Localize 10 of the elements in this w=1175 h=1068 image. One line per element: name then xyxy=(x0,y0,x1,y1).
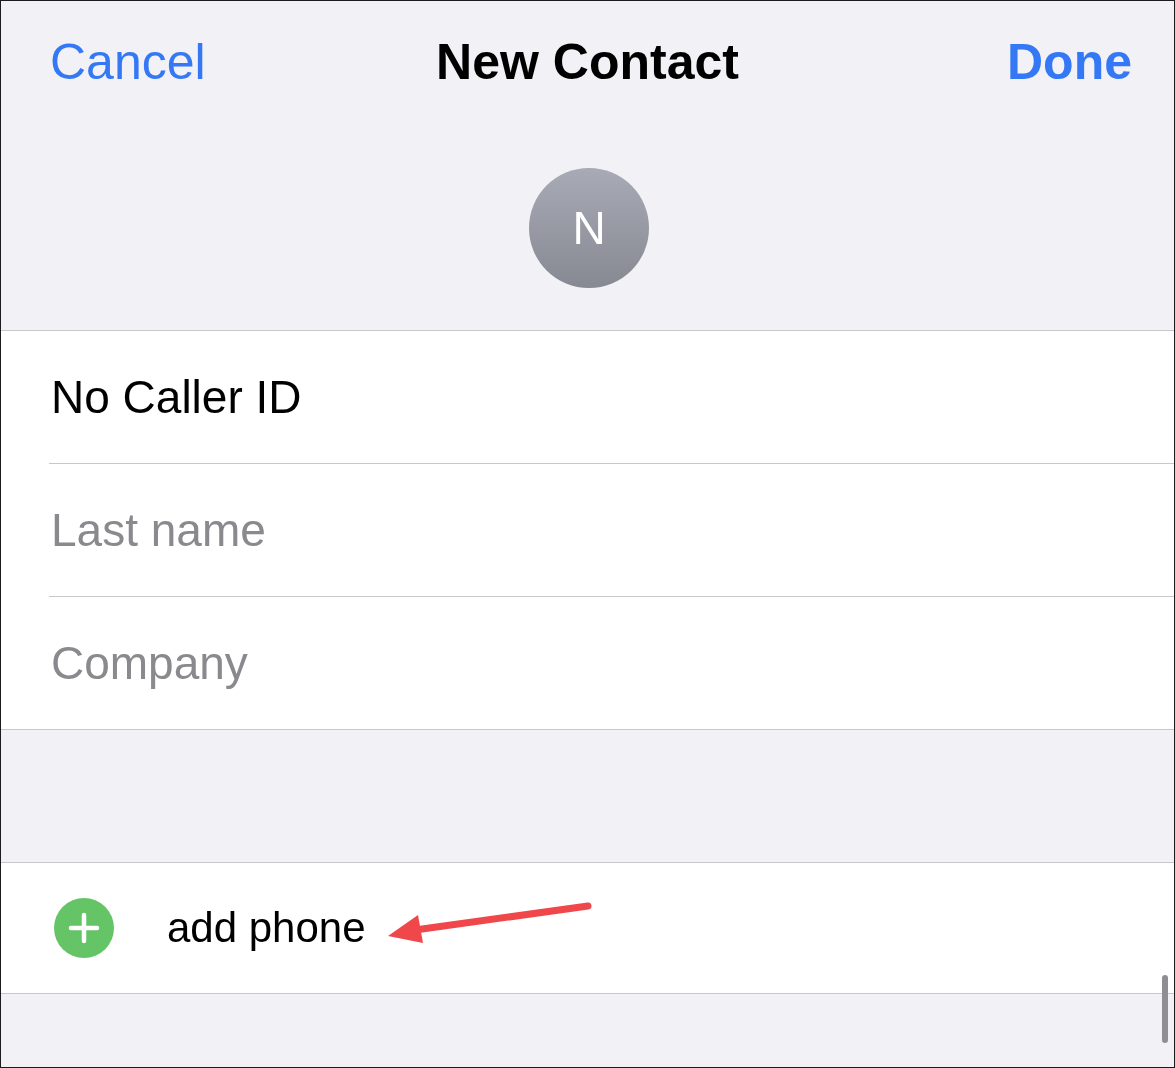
scroll-indicator xyxy=(1162,975,1168,1043)
plus-circle-icon xyxy=(54,898,114,958)
avatar: N xyxy=(529,168,649,288)
text-field[interactable]: Last name xyxy=(1,464,1174,596)
screen-title: New Contact xyxy=(436,33,739,92)
done-button[interactable]: Done xyxy=(1007,33,1132,92)
text-field[interactable]: Company xyxy=(1,597,1174,729)
text-field[interactable]: No Caller ID xyxy=(1,331,1174,463)
add-phone-button[interactable]: add phone xyxy=(1,863,1174,993)
cancel-button[interactable]: Cancel xyxy=(50,33,206,92)
